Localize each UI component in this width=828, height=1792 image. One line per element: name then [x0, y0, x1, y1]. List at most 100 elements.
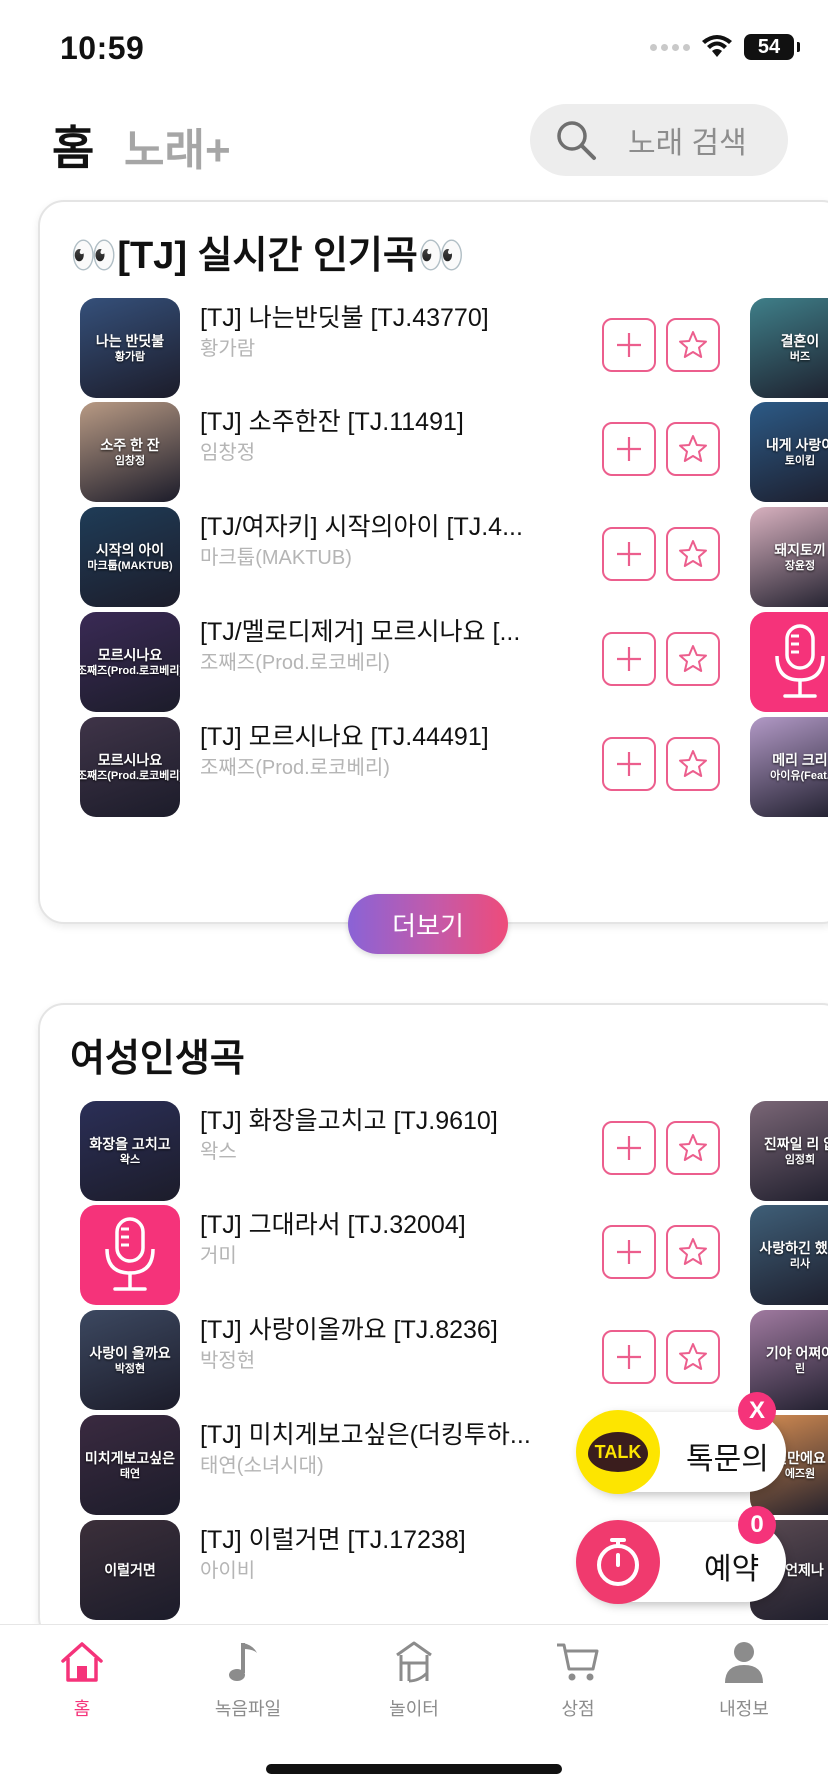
side-album-thumbnail[interactable]: 결혼이 버즈: [750, 298, 828, 398]
song-title: [TJ] 그대라서 [TJ.32004]: [200, 1211, 466, 1239]
add-to-list-button[interactable]: [602, 527, 656, 581]
talk-icon-text: TALK: [588, 1432, 648, 1472]
thumbnail-artist: 태연: [119, 1468, 141, 1480]
nav-item-home[interactable]: 홈: [22, 1637, 142, 1721]
reservation-count-badge: 0: [738, 1506, 776, 1544]
add-to-list-button[interactable]: [602, 632, 656, 686]
thumbnail-artist: 장윤정: [784, 560, 816, 572]
status-bar: 10:59 54: [0, 0, 828, 100]
favorite-button[interactable]: [666, 1330, 720, 1384]
thumbnail-artist: 에즈원: [784, 1468, 816, 1480]
thumbnail-title: 사랑하긴 했었: [759, 1240, 828, 1256]
thumbnail-title: 사랑이 올까요: [89, 1345, 171, 1361]
nav-item-recordings[interactable]: 녹음파일: [188, 1637, 308, 1721]
add-to-list-button[interactable]: [602, 1330, 656, 1384]
nav-item-playground[interactable]: 놀이터: [354, 1637, 474, 1721]
side-album-thumbnail[interactable]: 사랑하긴 했었 리사: [750, 1205, 828, 1305]
song-row[interactable]: 모르시나요 조째즈(Prod.로코베리) [TJ] 모르시나요 [TJ.4449…: [80, 717, 828, 817]
song-title: [TJ] 사랑이올까요 [TJ.8236]: [200, 1316, 498, 1344]
album-thumbnail: [80, 1205, 180, 1305]
status-icons: 54: [650, 34, 800, 60]
favorite-button[interactable]: [666, 527, 720, 581]
playground-icon: [396, 1641, 432, 1683]
star-icon: [679, 331, 707, 358]
home-icon: [61, 1642, 103, 1682]
thumbnail-title: 메리 크리: [772, 752, 828, 768]
favorite-button[interactable]: [666, 1225, 720, 1279]
thumbnail-title: 나는 반딧불: [95, 333, 165, 349]
thumbnail-artist: 아이유(Feat.: [770, 770, 828, 782]
plus-icon: [617, 647, 641, 671]
favorite-button[interactable]: [666, 1121, 720, 1175]
song-artist: 임창정: [200, 442, 256, 464]
thumbnail-artist: 임정희: [784, 1154, 816, 1166]
more-button[interactable]: 더보기: [348, 894, 508, 954]
close-talk-button[interactable]: X: [738, 1392, 776, 1430]
song-artist: 황가람: [200, 338, 256, 360]
nav-label: 녹음파일: [214, 1699, 282, 1719]
stopwatch-icon: [576, 1520, 660, 1604]
thumbnail-title: 내게 사랑이: [765, 437, 828, 453]
album-thumbnail: 모르시나요 조째즈(Prod.로코베리): [80, 612, 180, 712]
song-row[interactable]: 사랑이 올까요 박정현 [TJ] 사랑이올까요 [TJ.8236] 박정현: [80, 1310, 828, 1410]
side-album-thumbnail[interactable]: 내게 사랑이 토이킴: [750, 402, 828, 502]
thumbnail-title: 소주 한 잔: [100, 437, 160, 453]
song-artist: 박정현: [200, 1350, 256, 1372]
song-title: [TJ] 이럴거면 [TJ.17238]: [200, 1526, 466, 1554]
plus-icon: [617, 437, 641, 461]
nav-label: 홈: [73, 1699, 91, 1719]
add-to-list-button[interactable]: [602, 1225, 656, 1279]
side-album-thumbnail[interactable]: [750, 612, 828, 712]
thumbnail-title: 결혼이: [780, 333, 820, 349]
song-row[interactable]: 시작의 아이 마크툽(MAKTUB) [TJ/여자키] 시작의아이 [TJ.4.…: [80, 507, 828, 607]
song-title: [TJ] 미치게보고싶은(더킹투하...: [200, 1421, 531, 1449]
side-album-thumbnail[interactable]: 메리 크리 아이유(Feat.: [750, 717, 828, 817]
add-to-list-button[interactable]: [602, 1121, 656, 1175]
favorite-button[interactable]: [666, 318, 720, 372]
album-thumbnail: 미치게보고싶은 태연: [80, 1415, 180, 1515]
song-artist: 조째즈(Prod.로코베리): [200, 652, 390, 674]
tab-home[interactable]: 홈: [52, 112, 94, 178]
thumbnail-artist: 버즈: [789, 351, 811, 363]
tab-songs-plus[interactable]: 노래+: [124, 114, 231, 178]
song-row[interactable]: 모르시나요 조째즈(Prod.로코베리) [TJ/멜로디제거] 모르시나요 [.…: [80, 612, 828, 712]
thumbnail-artist: 린: [794, 1363, 806, 1375]
nav-item-my-info[interactable]: 내정보: [684, 1637, 804, 1721]
nav-label: 내정보: [719, 1699, 769, 1719]
thumbnail-title: 시작의 아이: [95, 542, 165, 558]
section-title: 👀[TJ] 실시간 인기곡👀: [70, 235, 466, 277]
song-title: [TJ/여자키] 시작의아이 [TJ.4...: [200, 513, 523, 541]
side-album-thumbnail[interactable]: 돼지토끼 장윤정: [750, 507, 828, 607]
thumbnail-artist: 왁스: [119, 1154, 141, 1166]
album-thumbnail: 시작의 아이 마크툽(MAKTUB): [80, 507, 180, 607]
thumbnail-artist: 박정현: [114, 1363, 146, 1375]
song-row[interactable]: [TJ] 그대라서 [TJ.32004] 거미: [80, 1205, 828, 1305]
plus-icon: [617, 542, 641, 566]
song-row[interactable]: 화장을 고치고 왁스 [TJ] 화장을고치고 [TJ.9610] 왁스: [80, 1101, 828, 1201]
thumbnail-title: 화장을 고치고: [89, 1136, 171, 1152]
song-artist: 태연(소녀시대): [200, 1455, 324, 1477]
favorite-button[interactable]: [666, 422, 720, 476]
search-input[interactable]: 노래 검색: [530, 104, 788, 176]
album-thumbnail: 소주 한 잔 임창정: [80, 402, 180, 502]
thumbnail-artist: 조째즈(Prod.로코베리): [80, 770, 180, 782]
person-icon: [725, 1642, 763, 1683]
add-to-list-button[interactable]: [602, 318, 656, 372]
nav-label: 상점: [561, 1699, 595, 1719]
album-thumbnail: 나는 반딧불 황가람: [80, 298, 180, 398]
song-row[interactable]: 소주 한 잔 임창정 [TJ] 소주한잔 [TJ.11491] 임창정: [80, 402, 828, 502]
thumbnail-artist: 임창정: [114, 455, 146, 467]
nav-item-shop[interactable]: 상점: [518, 1637, 638, 1721]
add-to-list-button[interactable]: [602, 737, 656, 791]
side-album-thumbnail[interactable]: 진짜일 리 없 임정희: [750, 1101, 828, 1201]
thumbnail-artist: 토이킴: [784, 455, 816, 467]
talk-inquiry-label: 톡문의: [686, 1443, 769, 1476]
thumbnail-title: 모르시나요: [97, 647, 163, 663]
favorite-button[interactable]: [666, 632, 720, 686]
add-to-list-button[interactable]: [602, 422, 656, 476]
song-row[interactable]: 나는 반딧불 황가람 [TJ] 나는반딧불 [TJ.43770] 황가람: [80, 298, 828, 398]
song-title: [TJ] 나는반딧불 [TJ.43770]: [200, 304, 489, 332]
favorite-button[interactable]: [666, 737, 720, 791]
plus-icon: [617, 1345, 641, 1369]
wifi-icon: [702, 35, 732, 57]
